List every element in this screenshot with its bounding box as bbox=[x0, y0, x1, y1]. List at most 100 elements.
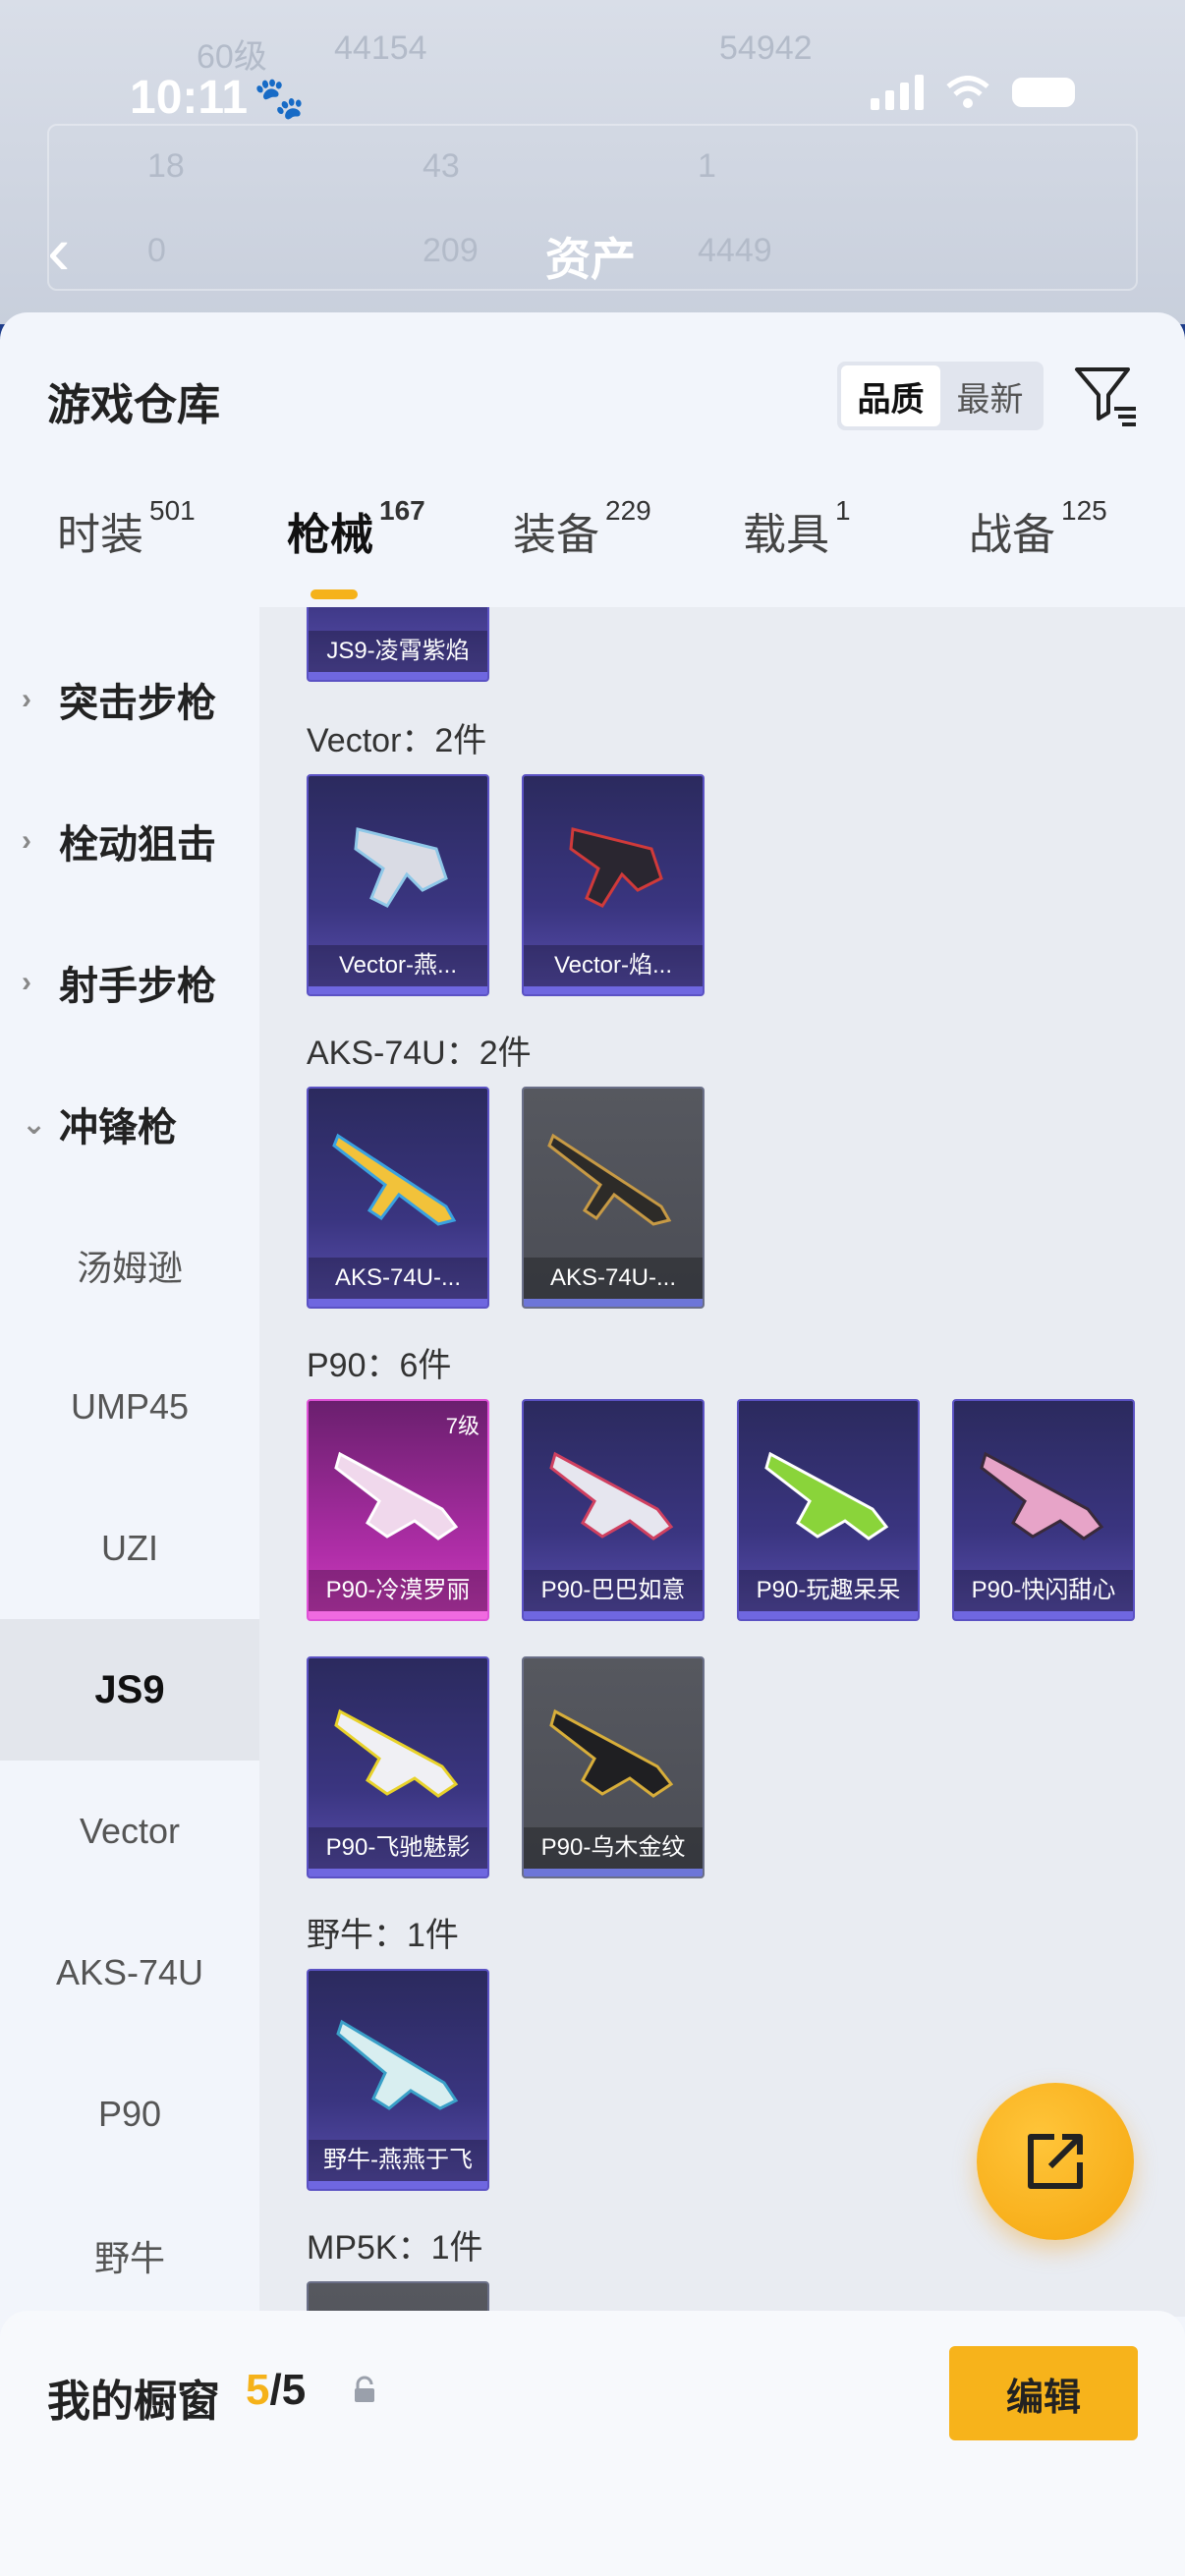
weapon-card-vector-2[interactable]: Vector-焰... bbox=[522, 774, 705, 996]
card-name: AKS-74U-... bbox=[524, 1258, 703, 1299]
weapon-image bbox=[334, 1451, 459, 1540]
active-tab-indicator bbox=[310, 589, 358, 599]
bg-score: 44154 bbox=[334, 29, 427, 67]
card-stripe bbox=[524, 986, 703, 994]
back-arrow-icon[interactable]: ‹ bbox=[47, 216, 70, 285]
group-label-vector: Vector：2件 bbox=[307, 722, 487, 759]
weapon-card-js9[interactable]: JS9-凌霄紫焰 bbox=[307, 607, 489, 682]
bg-stat-1: 18 bbox=[147, 147, 185, 185]
sidebar-item-vector[interactable]: Vector bbox=[0, 1761, 259, 1902]
card-name: P90-乌木金纹 bbox=[524, 1827, 703, 1869]
weapon-image bbox=[547, 1133, 672, 1226]
sidebar-item-bizon[interactable]: 野牛 bbox=[0, 2185, 259, 2326]
card-stripe bbox=[739, 1611, 918, 1619]
chevron-right-icon: › bbox=[22, 683, 31, 715]
tab-guns[interactable]: 枪械167 bbox=[287, 495, 425, 562]
bg-stat-2: 43 bbox=[423, 147, 460, 185]
sidebar-cat-assault-rifle[interactable]: › 突击步枪 bbox=[0, 629, 259, 770]
card-stripe bbox=[309, 1299, 487, 1307]
card-stripe bbox=[309, 2181, 487, 2189]
sidebar-cat-marksman[interactable]: › 射手步枪 bbox=[0, 912, 259, 1053]
weapon-card-vector-1[interactable]: Vector-燕... bbox=[307, 774, 489, 996]
header-title: 资产 bbox=[545, 234, 636, 285]
card-name: P90-冷漠罗丽 bbox=[309, 1570, 487, 1611]
weapon-type-sidebar: › 突击步枪 › 栓动狙击 › 射手步枪 ⌄ 冲锋枪 汤姆逊 UMP45 UZI JS9… bbox=[0, 607, 259, 2317]
card-stripe bbox=[309, 1611, 487, 1619]
weapon-image bbox=[332, 1133, 457, 1226]
weapon-image bbox=[549, 1451, 674, 1540]
sidebar-item-thompson[interactable]: 汤姆逊 bbox=[0, 1195, 259, 1336]
card-name: P90-飞驰魅影 bbox=[309, 1827, 487, 1869]
bg-stat-6: 4449 bbox=[698, 232, 772, 269]
weapon-image bbox=[334, 1708, 459, 1798]
bg-score-2: 54942 bbox=[719, 29, 813, 67]
card-stripe bbox=[309, 986, 487, 994]
filter-icon[interactable] bbox=[1071, 362, 1140, 430]
share-icon bbox=[1028, 2134, 1083, 2189]
card-name: P90-玩趣呆呆 bbox=[739, 1570, 918, 1611]
chevron-down-icon: ⌄ bbox=[22, 1107, 47, 1141]
sidebar-cat-bolt-sniper[interactable]: › 栓动狙击 bbox=[0, 770, 259, 912]
bg-stat-4: 0 bbox=[147, 232, 166, 269]
tab-fashion[interactable]: 时装501 bbox=[57, 495, 196, 562]
weapon-card-p90-4[interactable]: P90-快闪甜心 bbox=[952, 1399, 1135, 1621]
weapon-card-p90-3[interactable]: P90-玩趣呆呆 bbox=[737, 1399, 920, 1621]
bg-stat-5: 209 bbox=[423, 232, 479, 269]
battery-icon bbox=[1012, 78, 1075, 107]
weapon-card-p90-2[interactable]: P90-巴巴如意 bbox=[522, 1399, 705, 1621]
chevron-right-icon: › bbox=[22, 966, 31, 998]
card-name: P90-快闪甜心 bbox=[954, 1570, 1133, 1611]
category-tabs: 时装501 枪械167 装备229 载具1 战备125 bbox=[0, 495, 1185, 607]
weapon-card-bizon-1[interactable]: 野牛-燕燕于飞 bbox=[307, 1969, 489, 2191]
card-stripe bbox=[309, 1869, 487, 1876]
tab-equipment[interactable]: 装备229 bbox=[513, 495, 651, 562]
sidebar-item-ump45[interactable]: UMP45 bbox=[0, 1336, 259, 1478]
card-name: P90-巴巴如意 bbox=[524, 1570, 703, 1611]
sort-toggle: 品质 最新 bbox=[837, 362, 1044, 430]
card-name: Vector-燕... bbox=[309, 945, 487, 986]
card-stripe bbox=[524, 1299, 703, 1307]
showcase-count: 5/5 bbox=[246, 2366, 307, 2414]
sort-newest[interactable]: 最新 bbox=[940, 365, 1040, 426]
bg-stat-3: 1 bbox=[698, 147, 716, 185]
weapon-card-p90-1[interactable]: 7级 P90-冷漠罗丽 bbox=[307, 1399, 489, 1621]
showcase-bar: 我的橱窗 5/5 编辑 bbox=[0, 2311, 1185, 2576]
tab-supplies[interactable]: 战备125 bbox=[969, 495, 1107, 562]
share-button[interactable] bbox=[977, 2083, 1134, 2240]
status-icons bbox=[871, 75, 1075, 110]
sidebar-item-js9[interactable]: JS9 bbox=[0, 1619, 259, 1761]
weapon-image bbox=[764, 1451, 889, 1540]
tab-vehicles[interactable]: 载具1 bbox=[743, 495, 851, 562]
warehouse-panel: 游戏仓库 品质 最新 时装501 枪械167 装备229 载具1 战备125 ›… bbox=[0, 312, 1185, 2576]
background-header: 60级 44154 54942 18 43 1 0 209 4449 10:11… bbox=[0, 0, 1185, 324]
weapon-card-aks74u-2[interactable]: AKS-74U-... bbox=[522, 1087, 705, 1309]
group-label-mp5k: MP5K：1件 bbox=[307, 2229, 483, 2267]
sort-quality[interactable]: 品质 bbox=[841, 365, 940, 426]
card-name: Vector-焰... bbox=[524, 945, 703, 986]
weapon-card-p90-6[interactable]: P90-乌木金纹 bbox=[522, 1656, 705, 1878]
paw-icon: 🐾 bbox=[254, 75, 306, 121]
sidebar-item-p90[interactable]: P90 bbox=[0, 2044, 259, 2185]
weapon-card-aks74u-1[interactable]: AKS-74U-... bbox=[307, 1087, 489, 1309]
showcase-label: 我的橱窗 bbox=[47, 2378, 220, 2426]
lock-icon bbox=[355, 2376, 374, 2402]
status-time: 10:11 bbox=[130, 72, 249, 124]
group-label-aks74u: AKS-74U：2件 bbox=[307, 1035, 532, 1072]
card-name: 野牛-燕燕于飞 bbox=[309, 2140, 487, 2181]
weapon-image bbox=[336, 2019, 459, 2110]
weapon-image bbox=[549, 1708, 674, 1798]
weapon-image bbox=[354, 827, 448, 908]
sidebar-cat-smg[interactable]: ⌄ 冲锋枪 bbox=[0, 1053, 259, 1195]
edit-button[interactable]: 编辑 bbox=[949, 2346, 1138, 2440]
weapon-card-p90-5[interactable]: P90-飞驰魅影 bbox=[307, 1656, 489, 1878]
group-label-bizon: 野牛：1件 bbox=[307, 1917, 459, 1954]
sidebar-item-aks74u[interactable]: AKS-74U bbox=[0, 1902, 259, 2044]
sidebar-item-uzi[interactable]: UZI bbox=[0, 1478, 259, 1619]
wifi-icon bbox=[946, 76, 989, 108]
signal-icon bbox=[871, 75, 924, 110]
chevron-right-icon: › bbox=[22, 824, 31, 857]
card-name: JS9-凌霄紫焰 bbox=[309, 631, 487, 672]
card-stripe bbox=[309, 672, 487, 680]
card-stripe bbox=[524, 1611, 703, 1619]
card-stripe bbox=[524, 1869, 703, 1876]
